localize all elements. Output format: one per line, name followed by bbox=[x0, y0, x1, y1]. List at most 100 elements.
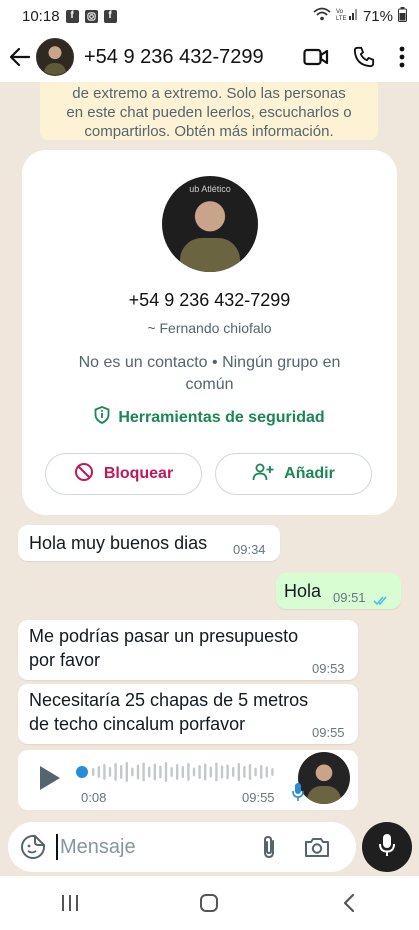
home-button[interactable] bbox=[179, 883, 239, 923]
waveform-bar bbox=[176, 764, 179, 780]
message-time: 09:53 bbox=[312, 661, 345, 676]
voice-record-button[interactable] bbox=[362, 822, 412, 872]
recent-apps-button[interactable] bbox=[40, 883, 100, 923]
message-input[interactable] bbox=[56, 834, 246, 860]
status-bar: 10:18 f f Vo LTE 71% bbox=[0, 0, 419, 32]
status-left: 10:18 f f bbox=[22, 8, 117, 25]
waveform-bar bbox=[148, 766, 151, 778]
svg-text:LTE: LTE bbox=[336, 16, 347, 21]
chat-header: +54 9 236 432-7299 bbox=[0, 32, 419, 82]
waveform-bar bbox=[248, 764, 252, 780]
waveform-bar bbox=[215, 762, 218, 782]
waveform-bar bbox=[220, 765, 224, 779]
message-text: Me podrías pasar un presupuesto bbox=[29, 626, 299, 646]
mic-icon bbox=[292, 782, 304, 807]
waveform-bar bbox=[92, 768, 95, 776]
incoming-message[interactable]: Me podrías pasar un presupuesto por favo… bbox=[18, 620, 358, 680]
waveform-bar bbox=[243, 766, 246, 778]
outgoing-message[interactable]: Hola 09:51 bbox=[276, 573, 401, 609]
voice-duration: 0:08 bbox=[81, 790, 107, 805]
message-text: Hola bbox=[284, 581, 322, 601]
waveform-bar bbox=[136, 764, 140, 780]
encryption-notice-line: en este chat pueden leerlos, escucharlos… bbox=[66, 104, 352, 121]
contact-profile-photo[interactable] bbox=[162, 176, 258, 272]
more-options-icon[interactable] bbox=[399, 46, 405, 68]
waveform-bar bbox=[192, 767, 196, 777]
waveform-bar bbox=[271, 768, 274, 776]
waveform-bar bbox=[187, 763, 190, 781]
facebook-icon: f bbox=[103, 9, 117, 23]
add-contact-button[interactable]: Añadir bbox=[215, 453, 372, 495]
instagram-icon bbox=[84, 9, 98, 23]
signal-icon: Vo LTE bbox=[336, 7, 358, 25]
video-call-icon[interactable] bbox=[303, 47, 329, 67]
message-text: de techo cincalum porfavor bbox=[29, 714, 246, 734]
message-text: por favor bbox=[29, 650, 101, 670]
waveform-bar bbox=[265, 766, 268, 778]
mic-icon bbox=[379, 833, 395, 862]
waveform-bar bbox=[114, 763, 117, 781]
card-contact-name: ~ Fernando chiofalo bbox=[147, 320, 272, 336]
contact-title[interactable]: +54 9 236 432-7299 bbox=[84, 46, 264, 69]
voice-message[interactable]: 0:08 09:55 bbox=[18, 750, 358, 810]
incoming-message[interactable]: Necesitaría 25 chapas de 5 metros de tec… bbox=[18, 684, 358, 744]
add-contact-label: Añadir bbox=[284, 465, 335, 482]
waveform-bar bbox=[226, 764, 229, 780]
waveform-bar bbox=[108, 767, 112, 777]
emoji-sticker-icon[interactable] bbox=[20, 834, 46, 860]
play-icon[interactable] bbox=[40, 766, 60, 790]
encryption-notice-line: compartirlos. Obtén más información. bbox=[84, 123, 334, 140]
waveform-bar bbox=[120, 765, 123, 779]
shield-icon bbox=[94, 406, 110, 429]
svg-text:Vo: Vo bbox=[336, 9, 344, 15]
waveform-bar bbox=[159, 765, 162, 779]
voice-waveform[interactable] bbox=[76, 760, 276, 784]
back-button[interactable] bbox=[319, 883, 379, 923]
block-button-label: Bloquear bbox=[103, 465, 174, 482]
contact-avatar[interactable] bbox=[36, 38, 74, 76]
back-arrow-icon[interactable] bbox=[4, 37, 36, 77]
block-button[interactable]: Bloquear bbox=[45, 453, 202, 495]
waveform-bar bbox=[125, 762, 128, 782]
message-time: 09:55 bbox=[312, 725, 345, 740]
add-person-icon bbox=[252, 463, 274, 486]
header-actions bbox=[303, 46, 405, 68]
message-time: 09:51 bbox=[333, 590, 366, 605]
waveform-bar bbox=[204, 763, 207, 781]
chat-area: de extremo a extremo. Solo las personas … bbox=[0, 82, 419, 822]
safety-tools-link[interactable]: Herramientas de seguridad bbox=[22, 406, 397, 429]
status-time: 10:18 bbox=[22, 7, 60, 25]
wifi-icon bbox=[313, 7, 331, 25]
contact-info-card: +54 9 236 432-7299 ~ Fernando chiofalo N… bbox=[22, 150, 397, 515]
waveform-bar bbox=[164, 762, 168, 782]
waveform-bar bbox=[198, 765, 201, 779]
message-text: Necesitaría 25 chapas de 5 metros bbox=[29, 690, 309, 710]
voice-message-time: 09:55 bbox=[242, 790, 275, 805]
waveform-bar bbox=[131, 767, 134, 777]
attach-icon[interactable] bbox=[260, 834, 278, 860]
system-nav-bar bbox=[0, 876, 419, 930]
waveform-bar bbox=[170, 767, 173, 777]
waveform-bar bbox=[142, 762, 145, 782]
waveform-bar bbox=[153, 763, 156, 781]
card-contact-status: No es un contacto • Ningún grupo en comú… bbox=[78, 354, 341, 393]
waveform-bar bbox=[254, 767, 257, 777]
waveform-bar bbox=[181, 766, 184, 778]
waveform-bar bbox=[97, 766, 100, 778]
message-time: 09:34 bbox=[233, 542, 266, 557]
battery-percent: 71% bbox=[362, 7, 393, 25]
phone-call-icon[interactable] bbox=[353, 46, 375, 68]
waveform-bar bbox=[260, 765, 263, 779]
waveform-bar bbox=[103, 764, 106, 780]
encryption-notice[interactable]: de extremo a extremo. Solo las personas … bbox=[40, 82, 378, 140]
message-text: Hola muy buenos dias bbox=[29, 533, 208, 553]
status-right: Vo LTE 71% bbox=[313, 6, 407, 26]
block-icon bbox=[74, 462, 94, 487]
waveform-bar bbox=[237, 763, 240, 781]
camera-icon[interactable] bbox=[304, 836, 330, 858]
message-composer bbox=[8, 822, 356, 872]
voice-sender-avatar bbox=[298, 752, 350, 804]
waveform-bar bbox=[232, 767, 235, 777]
incoming-message[interactable]: Hola muy buenos dias 09:34 bbox=[18, 525, 280, 561]
waveform-bar bbox=[209, 766, 212, 778]
